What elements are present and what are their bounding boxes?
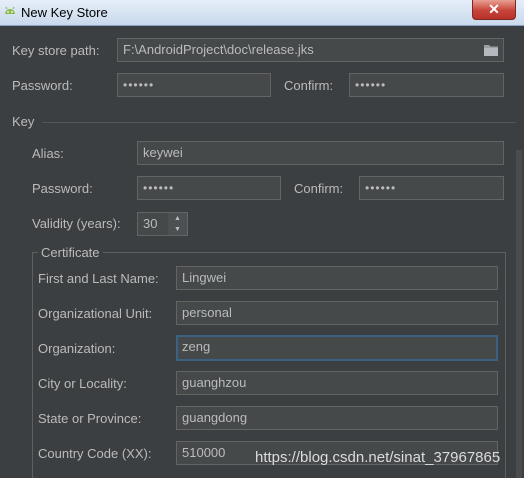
validity-value: 30 — [143, 216, 158, 231]
keystore-confirm-value: •••••• — [355, 78, 387, 92]
first-last-name-field[interactable]: Lingwei — [176, 266, 498, 290]
organization-field[interactable]: zeng — [176, 335, 498, 361]
city-value: guanghzou — [182, 375, 247, 390]
close-button[interactable]: ✕ — [472, 0, 516, 20]
org-unit-label: Organizational Unit: — [38, 306, 153, 321]
key-password-field[interactable]: •••••• — [137, 176, 281, 200]
validity-field[interactable]: 30 — [137, 212, 169, 236]
window-title: New Key Store — [21, 5, 108, 20]
organization-label: Organization: — [38, 341, 116, 356]
keystore-path-value: F:\AndroidProject\doc\release.jks — [123, 42, 314, 57]
certificate-section-label: Certificate — [38, 245, 103, 260]
spinner-down-icon[interactable]: ▼ — [168, 224, 187, 235]
key-password-value: •••••• — [143, 181, 175, 195]
city-field[interactable]: guanghzou — [176, 371, 498, 395]
keystore-path-label: Key store path: — [12, 43, 100, 58]
org-unit-value: personal — [182, 305, 232, 320]
key-confirm-value: •••••• — [365, 181, 397, 195]
state-field[interactable]: guangdong — [176, 406, 498, 430]
key-password-label: Password: — [32, 181, 93, 196]
keystore-path-field[interactable]: F:\AndroidProject\doc\release.jks — [117, 38, 504, 62]
title-bar: New Key Store ✕ — [0, 0, 524, 26]
spinner-up-icon[interactable]: ▲ — [168, 213, 187, 224]
validity-spinner[interactable]: ▲ ▼ — [168, 212, 188, 236]
keystore-confirm-label: Confirm: — [284, 78, 334, 93]
alias-value: keywei — [143, 145, 183, 160]
key-section-label: Key — [12, 114, 35, 129]
first-last-name-label: First and Last Name: — [38, 271, 159, 286]
city-label: City or Locality: — [38, 376, 127, 391]
watermark: https://blog.csdn.net/sinat_37967865 — [255, 449, 501, 466]
organization-value: zeng — [182, 339, 211, 354]
folder-icon[interactable] — [483, 43, 499, 57]
alias-field[interactable]: keywei — [137, 141, 504, 165]
country-code-label: Country Code (XX): — [38, 446, 152, 461]
key-section-divider — [42, 122, 516, 123]
validity-label: Validity (years): — [32, 216, 121, 231]
key-confirm-field[interactable]: •••••• — [359, 176, 504, 200]
org-unit-field[interactable]: personal — [176, 301, 498, 325]
state-value: guangdong — [182, 410, 248, 425]
scrollbar[interactable] — [516, 150, 522, 478]
keystore-password-field[interactable]: •••••• — [117, 73, 271, 97]
close-icon: ✕ — [488, 1, 500, 17]
keystore-password-value: •••••• — [123, 78, 155, 92]
key-confirm-label: Confirm: — [294, 181, 344, 196]
country-code-value: 510000 — [182, 445, 226, 460]
state-label: State or Province: — [38, 411, 142, 426]
keystore-confirm-field[interactable]: •••••• — [349, 73, 504, 97]
keystore-password-label: Password: — [12, 78, 73, 93]
android-icon — [5, 6, 15, 14]
first-last-name-value: Lingwei — [182, 270, 227, 285]
alias-label: Alias: — [32, 146, 64, 161]
